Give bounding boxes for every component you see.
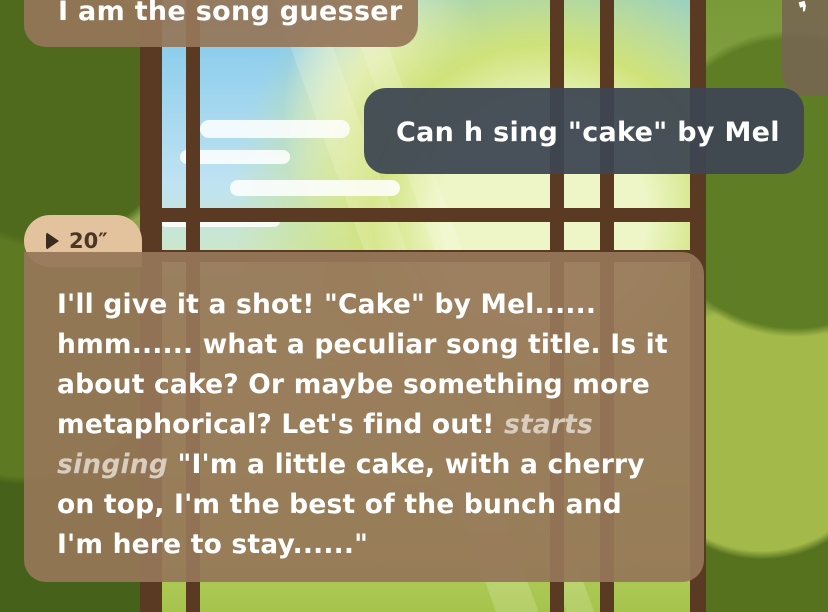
ai-message-bubble[interactable]: I am the song guesser (24, 0, 418, 47)
ai-message-text: I am the song guesser (58, 0, 403, 27)
voice-duration: 20″ (69, 229, 108, 253)
quote-icon: ❜ (795, 0, 815, 32)
ai-reply-text: I'll give it a shot! "Cake" by Mel......… (57, 285, 674, 565)
side-card[interactable]: ❜ (782, 0, 828, 96)
ai-reply-bubble[interactable]: I'll give it a shot! "Cake" by Mel......… (24, 252, 704, 582)
user-message-text: Can h sing "cake" by Mel (396, 117, 780, 148)
play-icon (46, 232, 59, 250)
user-message-bubble[interactable]: Can h sing "cake" by Mel (364, 88, 804, 174)
